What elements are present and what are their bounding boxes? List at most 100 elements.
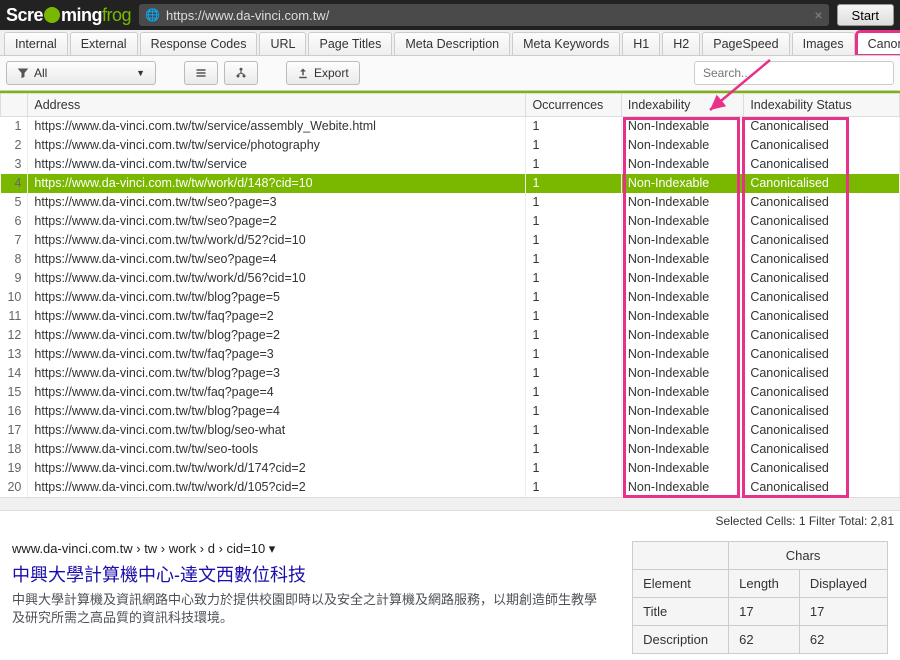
table-row[interactable]: 9https://www.da-vinci.com.tw/tw/work/d/5… [1,269,900,288]
filter-label: All [34,66,47,80]
results-table-wrap: Address Occurrences Indexability Indexab… [0,91,900,511]
chars-col-displayed: Displayed [799,569,887,597]
upload-icon [297,67,309,79]
cell-address: https://www.da-vinci.com.tw/tw/blog?page… [28,402,526,421]
chars-row: Description6262 [633,625,888,653]
table-row[interactable]: 16https://www.da-vinci.com.tw/tw/blog?pa… [1,402,900,421]
cell-address: https://www.da-vinci.com.tw/tw/blog?page… [28,326,526,345]
table-row[interactable]: 5https://www.da-vinci.com.tw/tw/seo?page… [1,193,900,212]
cell-status: Canonicalised [744,136,900,155]
clear-url-icon[interactable]: × [814,7,822,23]
tab-meta-keywords[interactable]: Meta Keywords [512,32,620,55]
top-bar: Scremingfrog 🌐 https://www.da-vinci.com.… [0,0,900,30]
col-rownum[interactable] [1,94,28,117]
app-logo: Scremingfrog [6,5,131,26]
table-row[interactable]: 18https://www.da-vinci.com.tw/tw/seo-too… [1,440,900,459]
table-row[interactable]: 19https://www.da-vinci.com.tw/tw/work/d/… [1,459,900,478]
tab-response-codes[interactable]: Response Codes [140,32,258,55]
tab-pagespeed[interactable]: PageSpeed [702,32,789,55]
cell-status: Canonicalised [744,459,900,478]
cell-rownum: 16 [1,402,28,421]
table-row[interactable]: 6https://www.da-vinci.com.tw/tw/seo?page… [1,212,900,231]
table-row[interactable]: 3https://www.da-vinci.com.tw/tw/service1… [1,155,900,174]
table-row[interactable]: 1https://www.da-vinci.com.tw/tw/service/… [1,117,900,136]
col-indexability[interactable]: Indexability [621,94,743,117]
chars-col-length: Length [729,569,800,597]
start-button[interactable]: Start [837,4,894,26]
cell-status: Canonicalised [744,364,900,383]
cell-rownum: 13 [1,345,28,364]
tab-canonicals[interactable]: Canonicals [857,32,900,55]
cell-occurrences: 1 [526,383,621,402]
filter-dropdown[interactable]: All ▼ [6,61,156,85]
tab-page-titles[interactable]: Page Titles [308,32,392,55]
cell-rownum: 15 [1,383,28,402]
cell-rownum: 11 [1,307,28,326]
tree-icon [235,67,247,79]
table-row[interactable]: 13https://www.da-vinci.com.tw/tw/faq?pag… [1,345,900,364]
tab-external[interactable]: External [70,32,138,55]
table-row[interactable]: 4https://www.da-vinci.com.tw/tw/work/d/1… [1,174,900,193]
logo-text-post: ming [61,5,102,26]
table-row[interactable]: 8https://www.da-vinci.com.tw/tw/seo?page… [1,250,900,269]
cell-occurrences: 1 [526,326,621,345]
tab-h1[interactable]: H1 [622,32,660,55]
cell-occurrences: 1 [526,212,621,231]
cell-address: https://www.da-vinci.com.tw/tw/seo?page=… [28,193,526,212]
search-input[interactable] [694,61,894,85]
serp-breadcrumb: www.da-vinci.com.tw › tw › work › d › ci… [12,541,608,557]
cell-rownum: 9 [1,269,28,288]
table-row[interactable]: 15https://www.da-vinci.com.tw/tw/faq?pag… [1,383,900,402]
table-row[interactable]: 2https://www.da-vinci.com.tw/tw/service/… [1,136,900,155]
cell-address: https://www.da-vinci.com.tw/tw/blog/seo-… [28,421,526,440]
table-row[interactable]: 17https://www.da-vinci.com.tw/tw/blog/se… [1,421,900,440]
serp-description: 中興大學計算機及資訊網路中心致力於提供校園即時以及安全之計算機及網路服務，以期創… [12,591,608,629]
cell-status: Canonicalised [744,383,900,402]
cell-rownum: 5 [1,193,28,212]
cell-address: https://www.da-vinci.com.tw/tw/faq?page=… [28,345,526,364]
cell-rownum: 17 [1,421,28,440]
cell-indexability: Non-Indexable [621,326,743,345]
table-row[interactable]: 12https://www.da-vinci.com.tw/tw/blog?pa… [1,326,900,345]
col-occurrences[interactable]: Occurrences [526,94,621,117]
export-label: Export [314,66,349,80]
cell-indexability: Non-Indexable [621,193,743,212]
list-icon [195,67,207,79]
table-row[interactable]: 7https://www.da-vinci.com.tw/tw/work/d/5… [1,231,900,250]
tab-meta-description[interactable]: Meta Description [394,32,510,55]
col-indexability-status[interactable]: Indexability Status [744,94,900,117]
cell-occurrences: 1 [526,250,621,269]
cell-rownum: 19 [1,459,28,478]
cell-rownum: 2 [1,136,28,155]
table-row[interactable]: 10https://www.da-vinci.com.tw/tw/blog?pa… [1,288,900,307]
table-row[interactable]: 14https://www.da-vinci.com.tw/tw/blog?pa… [1,364,900,383]
logo-text-pre: Scre [6,5,43,26]
cell-status: Canonicalised [744,117,900,136]
cell-status: Canonicalised [744,288,900,307]
cell-rownum: 18 [1,440,28,459]
cell-status: Canonicalised [744,174,900,193]
globe-icon: 🌐 [145,8,160,22]
tree-view-button[interactable] [224,61,258,85]
horizontal-scrollbar[interactable] [0,497,900,511]
tab-url[interactable]: URL [259,32,306,55]
cell-address: https://www.da-vinci.com.tw/tw/faq?page=… [28,307,526,326]
table-row[interactable]: 11https://www.da-vinci.com.tw/tw/faq?pag… [1,307,900,326]
tab-images[interactable]: Images [792,32,855,55]
toolbar: All ▼ Export [0,56,900,91]
tab-h2[interactable]: H2 [662,32,700,55]
cell-occurrences: 1 [526,402,621,421]
cell-occurrences: 1 [526,459,621,478]
list-view-button[interactable] [184,61,218,85]
cell-address: https://www.da-vinci.com.tw/tw/work/d/10… [28,478,526,497]
tab-internal[interactable]: Internal [4,32,68,55]
table-row[interactable]: 20https://www.da-vinci.com.tw/tw/work/d/… [1,478,900,497]
cell-indexability: Non-Indexable [621,288,743,307]
col-address[interactable]: Address [28,94,526,117]
chars-length: 62 [729,625,800,653]
url-bar[interactable]: 🌐 https://www.da-vinci.com.tw/ × [139,4,828,26]
cell-rownum: 6 [1,212,28,231]
export-button[interactable]: Export [286,61,360,85]
cell-occurrences: 1 [526,345,621,364]
cell-indexability: Non-Indexable [621,459,743,478]
